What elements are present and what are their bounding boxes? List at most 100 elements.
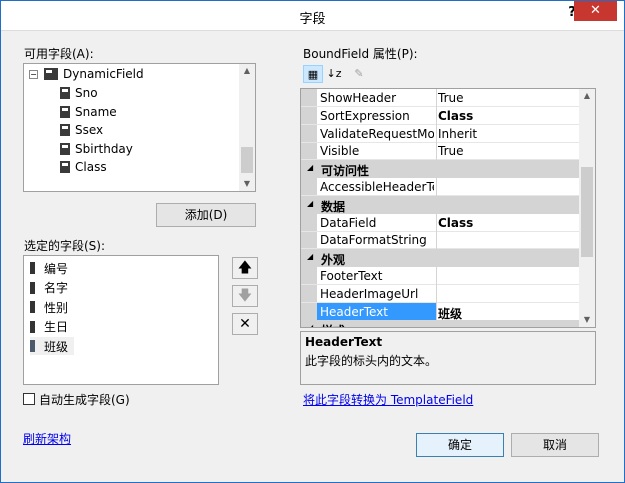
property-row[interactable]: Visible True [301,142,579,161]
property-name: SortExpression [320,108,410,123]
auto-generate-checkbox[interactable] [23,393,35,405]
description-text: 此字段的标头内的文本。 [305,354,438,368]
delete-button[interactable]: ✕ [232,313,258,335]
category-label: 样式 [321,322,345,327]
field-icon [60,142,70,155]
selected-fields-label: 选定的字段(S): [24,239,106,253]
selected-field-item[interactable]: 生日 [30,318,68,336]
selected-field-item[interactable]: 班级 [30,337,75,355]
property-row[interactable]: ValidateRequestMode Inherit [301,125,579,143]
available-field-item[interactable]: Sbirthday [60,140,133,158]
selected-field-item[interactable]: 编号 [30,259,68,277]
tree-root[interactable]: − DynamicField [29,65,144,83]
property-row[interactable]: ShowHeader True [301,89,579,107]
field-marker-icon [30,301,35,313]
refresh-schema-link[interactable]: 刷新架构 [23,430,71,447]
description-panel: HeaderText 此字段的标头内的文本。 [300,331,596,385]
available-field-item[interactable]: Sno [60,84,98,102]
scroll-down-arrow[interactable]: ▼ [239,179,255,188]
property-name: FooterText [320,269,383,283]
property-row[interactable]: AccessibleHeaderText [301,178,579,196]
property-value[interactable]: 班级 [438,305,462,322]
categorized-icon[interactable]: ▦ [303,65,323,83]
property-value[interactable]: Class [438,216,473,230]
field-icon [60,124,70,137]
tree-root-label: DynamicField [63,67,144,81]
available-field-item[interactable]: Sname [60,103,117,121]
prop-scroll-down-arrow[interactable]: ▼ [579,315,595,324]
property-row[interactable]: SortExpression Class [301,107,579,125]
available-field-label: Sname [75,104,117,119]
grid-column-divider [436,89,437,327]
property-row[interactable]: HeaderText 班级 [301,302,579,322]
expand-triangle-icon[interactable]: ◢ [307,163,313,172]
ok-button[interactable]: 确定 [416,433,504,457]
property-value[interactable]: Inherit [438,127,477,141]
available-field-item[interactable]: Ssex [60,121,103,139]
selected-field-label: 性别 [44,300,69,315]
property-value[interactable]: Class [438,109,473,123]
close-button[interactable]: ✕ [574,1,617,21]
dynamicfield-icon [44,68,58,80]
expand-triangle-icon[interactable]: ◢ [307,323,313,327]
category-label: 数据 [321,199,346,214]
convert-templatefield-link[interactable]: 将此字段转换为 TemplateField [303,391,473,408]
property-row[interactable]: DataFormatString [301,231,579,250]
scroll-up-arrow[interactable]: ▲ [239,66,255,75]
prop-scroll-up-arrow[interactable]: ▲ [579,91,595,100]
auto-generate-label: 自动生成字段(G) [39,393,130,407]
field-marker-icon [30,281,35,294]
field-marker-icon [30,340,35,352]
property-row[interactable]: DataField Class [301,214,579,232]
property-row[interactable]: HeaderImageUrl [301,285,579,303]
available-field-label: Ssex [75,123,104,138]
cancel-button[interactable]: 取消 [511,433,599,457]
available-field-label: Sno [75,86,98,100]
property-value[interactable]: True [438,91,464,105]
selected-field-label: 编号 [44,261,69,276]
properties-label: BoundField 属性(P): [303,47,418,61]
property-category[interactable]: ◢ 可访问性 [301,160,579,179]
scroll-thumb[interactable] [241,147,253,173]
alphabetical-icon[interactable]: ↓z [324,65,344,83]
field-marker-icon [30,320,35,333]
selected-field-label: 生日 [44,320,69,334]
available-fields-label: 可用字段(A): [24,47,94,61]
field-icon [60,161,70,174]
move-up-button[interactable]: 🡅 [232,257,258,279]
property-name: DataField [320,215,377,230]
add-button[interactable]: 添加(D) [156,203,256,227]
category-label: 可访问性 [321,164,370,179]
available-field-label: Sbirthday [75,141,133,156]
property-category[interactable]: ◢ 数据 [301,195,579,214]
expand-triangle-icon[interactable]: ◢ [307,199,313,208]
available-field-item[interactable]: Class [60,158,107,176]
property-name: DataFormatString [320,233,427,248]
move-down-button[interactable]: 🡇 [232,285,258,307]
selected-fields-list[interactable]: 编号名字性别生日班级 [23,255,219,385]
property-name: Visible [320,144,360,159]
property-value[interactable]: True [438,144,464,158]
field-marker-icon [30,262,35,274]
prop-scroll-thumb[interactable] [581,167,593,257]
available-scrollbar[interactable]: ▲ ▼ [239,64,255,191]
property-category[interactable]: ◢ 样式 [301,320,579,327]
property-name: HeaderImageUrl [320,286,419,301]
selected-field-item[interactable]: 性别 [30,298,68,316]
expand-triangle-icon[interactable]: ◢ [307,252,313,261]
property-pages-icon[interactable]: ✎ [349,65,369,83]
property-row[interactable]: FooterText [301,267,579,285]
property-scrollbar[interactable]: ▲ ▼ [579,89,595,327]
collapse-icon[interactable]: − [29,69,38,79]
property-name: HeaderText [317,302,436,320]
selected-field-item[interactable]: 名字 [30,279,68,297]
available-fields-tree[interactable]: − DynamicField Sno Sname Ssex Sbirthday Clas… [23,63,256,192]
property-grid[interactable]: ShowHeader True SortExpression Class Validat… [300,88,596,328]
selected-field-label: 班级 [44,339,69,354]
description-title: HeaderText [305,335,383,349]
property-category[interactable]: ◢ 外观 [301,249,579,268]
category-label: 外观 [321,253,346,268]
selected-field-label: 名字 [44,281,69,295]
property-name: ValidateRequestMode [320,126,434,141]
field-icon [60,105,70,118]
